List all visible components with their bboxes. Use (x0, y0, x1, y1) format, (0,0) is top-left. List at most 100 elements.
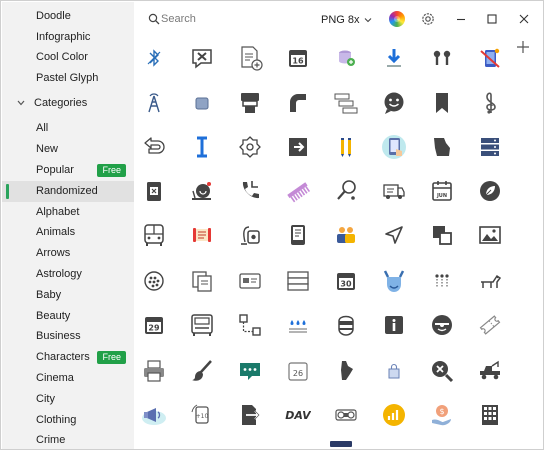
overlap-squares-icon[interactable] (422, 217, 462, 253)
viking-icon[interactable] (374, 263, 414, 299)
paint-brush-icon[interactable] (182, 353, 222, 389)
delivery-van-icon[interactable] (374, 173, 414, 209)
no-cellphone-icon[interactable] (470, 40, 510, 76)
sidebar-item-clothing[interactable]: Clothing (2, 410, 134, 431)
text-cursor-icon[interactable] (182, 129, 222, 165)
smiley-chat-icon[interactable] (374, 85, 414, 121)
georgia-map-icon[interactable] (422, 129, 462, 165)
pencils-icon[interactable] (326, 129, 366, 165)
add-document-icon[interactable] (230, 40, 270, 76)
no-magnify-icon[interactable] (422, 353, 462, 389)
navigation-arrow-icon[interactable] (374, 217, 414, 253)
truck-front-icon[interactable] (182, 307, 222, 343)
sidebar-item-astrology[interactable]: Astrology (2, 264, 134, 285)
dot-pattern-icon[interactable] (422, 263, 462, 299)
sidebar-item-crime[interactable]: Crime (2, 430, 134, 449)
maximize-icon[interactable] (483, 10, 501, 28)
tools-chat-icon[interactable] (182, 40, 222, 76)
sidebar-item-beauty[interactable]: Beauty (2, 306, 134, 327)
rain-drops-icon[interactable] (278, 307, 318, 343)
sidebar-item-infographic[interactable]: Infographic (2, 27, 134, 48)
calendar-26-icon[interactable]: 26 (278, 353, 318, 389)
sidebar-item-cool-color[interactable]: Cool Color (2, 47, 134, 68)
format-select[interactable]: PNG 8x (321, 11, 372, 29)
sidebar-item-baby[interactable]: Baby (2, 285, 134, 306)
racket-icon[interactable] (326, 173, 366, 209)
dog-icon[interactable] (470, 263, 510, 299)
calendar-16-icon[interactable]: 16 (278, 40, 318, 76)
bluetooth-off-icon[interactable] (134, 40, 174, 76)
money-hand-icon[interactable]: $ (422, 397, 462, 433)
sidebar-item-new[interactable]: New (2, 139, 134, 160)
bookmark-icon[interactable] (422, 85, 462, 121)
steps-list-icon[interactable] (326, 85, 366, 121)
megaphone-cloud-icon[interactable] (134, 397, 174, 433)
minimize-icon[interactable] (452, 10, 470, 28)
calendar-30-icon[interactable]: 30 (326, 263, 366, 299)
drawers-icon[interactable] (278, 263, 318, 299)
flower-badge-icon[interactable] (230, 129, 270, 165)
printer-icon[interactable] (134, 353, 174, 389)
close-icon[interactable] (515, 10, 533, 28)
calendar-29-icon[interactable]: 29 (134, 307, 174, 343)
search-input[interactable] (161, 10, 281, 28)
card-icon[interactable] (230, 263, 270, 299)
shopping-bag-icon[interactable] (374, 353, 414, 389)
sidebar-item-all[interactable]: All (2, 118, 134, 139)
sidebar-item-city[interactable]: City (2, 389, 134, 410)
tow-truck-icon[interactable] (470, 353, 510, 389)
treble-clef-icon[interactable] (470, 85, 510, 121)
car-parts-icon[interactable] (326, 397, 366, 433)
workflow-icon[interactable] (230, 307, 270, 343)
sidebar-item-alphabet[interactable]: Alphabet (2, 202, 134, 223)
color-picker-button[interactable] (389, 11, 405, 27)
vacuum-cleaner-icon[interactable] (230, 217, 270, 253)
maine-map-icon[interactable] (326, 353, 366, 389)
signal-tower-icon[interactable] (134, 85, 174, 121)
cool-face-icon[interactable] (422, 307, 462, 343)
download-arrow-icon[interactable] (374, 40, 414, 76)
bollards-icon[interactable] (422, 40, 462, 76)
server-rack-icon[interactable] (470, 129, 510, 165)
snail-icon[interactable] (182, 173, 222, 209)
copy-pages-icon[interactable] (182, 263, 222, 299)
dav-text-icon[interactable]: DAV (278, 397, 318, 433)
ticket-machine-icon[interactable] (230, 85, 270, 121)
sidebar-item-arrows[interactable]: Arrows (2, 243, 134, 264)
scroll-icon[interactable] (182, 217, 222, 253)
ticket-outline-icon[interactable] (470, 307, 510, 343)
team-icon[interactable] (326, 217, 366, 253)
sidebar-item-animals[interactable]: Animals (2, 222, 134, 243)
growth-chart-icon[interactable] (374, 397, 414, 433)
image-frame-icon[interactable] (470, 217, 510, 253)
bend-pipe-icon[interactable] (278, 85, 318, 121)
phone-callback-icon[interactable] (230, 173, 270, 209)
card-slot-icon[interactable] (134, 173, 174, 209)
calendar-june-icon[interactable]: JUN (422, 173, 462, 209)
bandit-icon[interactable] (326, 307, 366, 343)
sidebar-item-doodle[interactable]: Doodle (2, 6, 134, 27)
sidebar-item-characters[interactable]: Characters Free (2, 347, 134, 368)
rounded-square-icon[interactable] (182, 85, 222, 121)
database-add-icon[interactable] (326, 40, 366, 76)
file-export-icon[interactable] (230, 397, 270, 433)
bus-front-icon[interactable] (134, 217, 174, 253)
sidebar-item-popular[interactable]: Popular Free (2, 160, 134, 181)
sidebar-item-cinema[interactable]: Cinema (2, 368, 134, 389)
sidebar-item-business[interactable]: Business (2, 326, 134, 347)
ereader-icon[interactable] (278, 217, 318, 253)
blackberry-icon[interactable] (134, 263, 174, 299)
leaf-circle-icon[interactable] (470, 173, 510, 209)
exit-door-icon[interactable] (278, 129, 318, 165)
info-icon[interactable] (374, 307, 414, 343)
comb-icon[interactable] (278, 173, 318, 209)
message-dots-icon[interactable] (230, 353, 270, 389)
tablet-touch-icon[interactable] (374, 129, 414, 165)
building-grid-icon[interactable] (470, 397, 510, 433)
undo-arrow-icon[interactable] (134, 129, 174, 165)
rotate-phone-icon[interactable]: +10 (182, 397, 222, 433)
categories-header[interactable]: Categories (2, 92, 134, 114)
gear-icon[interactable] (419, 10, 437, 28)
sidebar-item-pastel-glyph[interactable]: Pastel Glyph (2, 68, 134, 89)
sidebar-item-randomized[interactable]: Randomized (2, 181, 134, 202)
